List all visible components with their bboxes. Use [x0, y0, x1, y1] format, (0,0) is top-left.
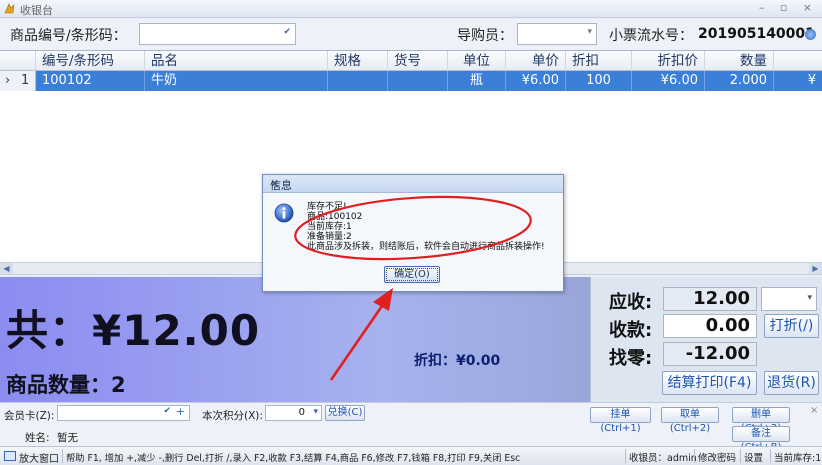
- shortcut-help: 帮助 F1, 增加 +,减少 -,删行 Del,打折 /,录入 F2,收款 F3…: [66, 453, 521, 464]
- serial-number: 201905140001: [698, 26, 815, 42]
- column-header[interactable]: 品名: [145, 51, 328, 71]
- row-marker-icon: ›: [5, 73, 11, 88]
- column-header[interactable]: 单价: [506, 51, 566, 71]
- settings-link[interactable]: 设置: [744, 450, 763, 464]
- column-header[interactable]: 单位: [448, 51, 506, 71]
- app-logo-icon: [4, 3, 15, 14]
- column-header[interactable]: 编号/条形码: [36, 51, 145, 71]
- guide-label: 导购员：: [457, 28, 513, 44]
- change-amount: -12.00: [663, 342, 757, 366]
- total-amount: 共：¥12.00: [6, 306, 261, 355]
- cell-unit: 瓶: [448, 71, 506, 91]
- product-code-input[interactable]: ✔: [139, 23, 296, 45]
- cell-price: ¥6.00: [506, 71, 566, 91]
- column-header[interactable]: 规格: [328, 51, 388, 71]
- column-header[interactable]: 货号: [388, 51, 448, 71]
- member-card-input[interactable]: ✔ +: [57, 405, 190, 421]
- title-bar: 收银台 – ▫ ×: [0, 0, 822, 18]
- ok-button[interactable]: 确定(O): [384, 266, 440, 283]
- discount-button[interactable]: 打折(/): [764, 314, 819, 338]
- scroll-left-icon[interactable]: ◀: [0, 263, 13, 274]
- row-number: 1: [21, 73, 30, 88]
- column-header-extra: [774, 51, 822, 71]
- top-toolbar: 商品编号/条形码： ✔ 导购员： ▾ 小票流水号： 201905140001: [0, 19, 822, 50]
- change-label: 找零:: [609, 348, 653, 369]
- hang-order-button[interactable]: 挂单(Ctrl+1): [590, 407, 651, 434]
- window-title: 收银台: [20, 4, 53, 17]
- due-label: 应收:: [609, 292, 653, 313]
- cell-qty: 2.000: [705, 71, 774, 91]
- serial-label: 小票流水号：: [609, 28, 693, 44]
- chevron-down-icon[interactable]: ✔: [283, 27, 291, 37]
- divider: [770, 449, 771, 463]
- guide-select[interactable]: ▾: [517, 23, 597, 45]
- column-header[interactable]: 数量: [705, 51, 774, 71]
- divider: [62, 449, 63, 463]
- remark-button[interactable]: 备注(Ctrl+B): [732, 426, 790, 453]
- info-dialog: 信息 × 库存不足! 商品:100102 当前库存:1 准备销量:2 此商品涉及…: [262, 174, 564, 292]
- current-stock: 当前库存:1: [774, 453, 822, 464]
- payment-panel: 应收: 12.00 ▾ 收款: 0.00 打折(/) 找零: -12.00 结算…: [590, 277, 822, 402]
- column-header[interactable]: 折扣价: [632, 51, 705, 71]
- product-code-label: 商品编号/条形码：: [10, 28, 127, 44]
- delete-order-button[interactable]: 删单(Ctrl+3): [732, 407, 790, 434]
- total-discount: 折扣：¥0.00: [414, 353, 501, 369]
- points-value: 0: [298, 407, 305, 418]
- fetch-order-button[interactable]: 取单(Ctrl+2): [661, 407, 719, 434]
- refresh-icon[interactable]: [805, 29, 816, 40]
- chevron-down-icon[interactable]: ▾: [313, 407, 318, 417]
- points-label: 本次积分(X):: [202, 410, 263, 422]
- change-password-link[interactable]: 修改密码: [698, 450, 736, 464]
- divider: [740, 449, 741, 463]
- cell-extra: ¥: [807, 73, 816, 88]
- cell-discount-rate: 100: [566, 71, 632, 91]
- chevron-down-icon[interactable]: ▾: [587, 27, 592, 37]
- divider: [625, 449, 626, 463]
- close-icon[interactable]: ×: [810, 405, 818, 416]
- cell-name: 牛奶: [145, 71, 328, 91]
- enlarge-window-button[interactable]: 放大窗口: [19, 450, 59, 465]
- close-icon[interactable]: ×: [270, 177, 555, 190]
- dialog-title-bar: 信息 ×: [263, 175, 563, 193]
- received-label: 收款:: [609, 320, 653, 341]
- info-icon: [274, 203, 294, 223]
- row-indicator[interactable]: › 1: [0, 71, 36, 91]
- member-name-label: 姓名:: [25, 432, 50, 444]
- window-icon: [4, 451, 16, 461]
- chevron-down-icon[interactable]: ▾: [807, 293, 812, 303]
- header-corner: [0, 51, 36, 71]
- points-input[interactable]: 0 ▾: [265, 405, 322, 421]
- column-header[interactable]: 折扣率%: [566, 51, 632, 89]
- member-card-label: 会员卡(Z):: [4, 410, 55, 422]
- cell-sku: [388, 71, 448, 91]
- cashier-info: 收银员：admin: [629, 453, 697, 464]
- due-extra-select[interactable]: ▾: [761, 287, 817, 311]
- cell-spec: [328, 71, 388, 91]
- return-button[interactable]: 退货(R): [764, 371, 819, 395]
- totals-panel: 共：¥12.00 商品数量：2 折扣：¥0.00: [0, 277, 590, 402]
- member-bar: 会员卡(Z): ✔ + 本次积分(X): 0 ▾ 兑换(C) 姓名: 暂无 挂单…: [0, 402, 822, 453]
- due-amount: 12.00: [663, 287, 757, 311]
- received-input[interactable]: 0.00: [663, 314, 757, 338]
- chevron-down-icon[interactable]: ✔: [163, 406, 171, 416]
- add-member-icon[interactable]: +: [176, 405, 185, 418]
- scroll-right-icon[interactable]: ▶: [809, 263, 822, 274]
- cell-discount-price: ¥6.00: [632, 71, 705, 91]
- grid-header: 编号/条形码 品名 规格 货号 单位 单价 折扣率% 折扣价 数量: [0, 51, 822, 89]
- window-controls[interactable]: – ▫ ×: [759, 1, 818, 14]
- dialog-message: 库存不足! 商品:100102 当前库存:1 准备销量:2 此商品涉及拆装，则结…: [307, 202, 545, 252]
- checkout-print-button[interactable]: 结算打印(F4): [662, 371, 757, 395]
- table-row[interactable]: 100102 牛奶 瓶 ¥6.00 100 ¥6.00 2.000 ¥: [0, 71, 822, 91]
- cell-code: 100102: [36, 71, 145, 91]
- redeem-button[interactable]: 兑换(C): [325, 405, 365, 421]
- member-name-value: 暂无: [57, 432, 78, 444]
- divider: [694, 449, 695, 463]
- total-quantity: 商品数量：2: [6, 373, 126, 397]
- status-bar: 放大窗口 帮助 F1, 增加 +,减少 -,删行 Del,打折 /,录入 F2,…: [0, 446, 822, 465]
